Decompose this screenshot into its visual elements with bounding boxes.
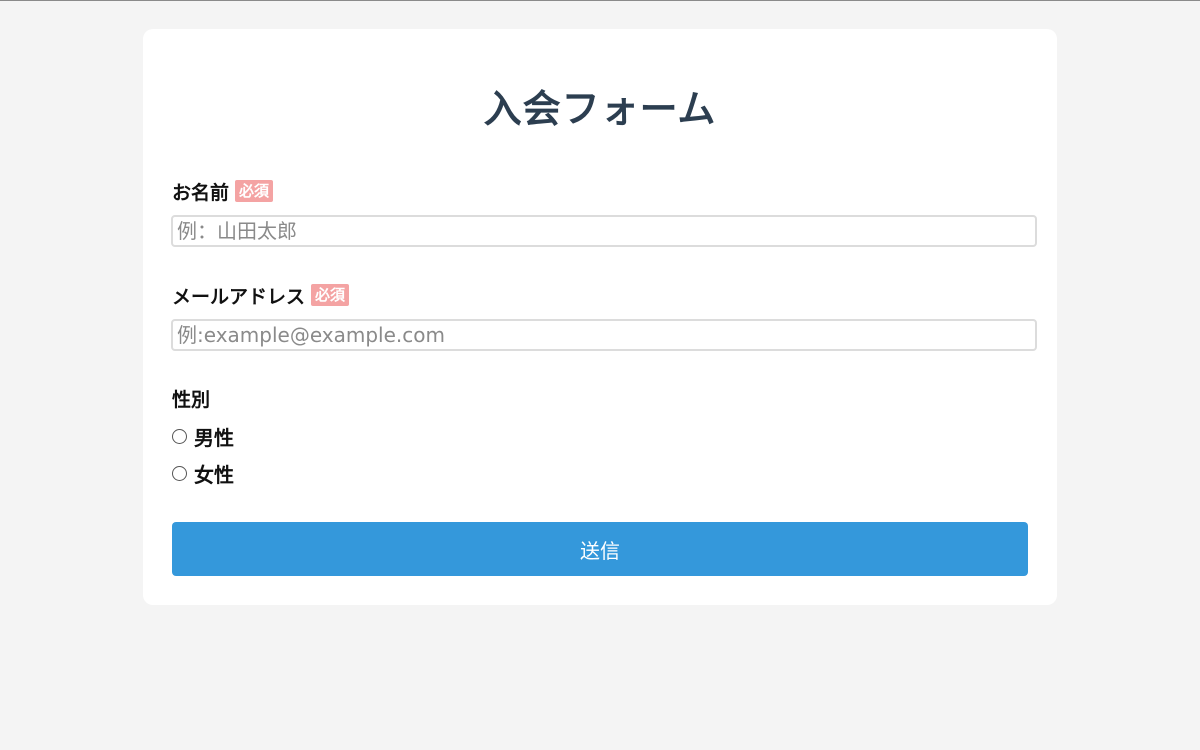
email-input[interactable]: [171, 319, 1037, 351]
radio-male[interactable]: [172, 428, 187, 444]
email-label: メールアドレス 必須: [172, 282, 350, 308]
name-input[interactable]: [171, 215, 1037, 247]
email-label-text: メールアドレス: [172, 285, 306, 308]
email-required-badge: 必須: [311, 284, 350, 306]
name-label-text: お名前: [172, 181, 230, 204]
radio-female[interactable]: [172, 465, 187, 481]
name-label: お名前 必須: [172, 178, 274, 204]
page-title: 入会フォーム: [483, 87, 717, 131]
window-top-border: [0, 0, 1200, 1]
gender-option-male-label[interactable]: 男性: [194, 422, 234, 451]
gender-option-male[interactable]: 男性: [172, 422, 234, 451]
gender-option-female[interactable]: 女性: [172, 459, 234, 488]
gender-label-text: 性別: [172, 388, 211, 411]
gender-label: 性別: [172, 385, 210, 411]
name-required-badge: 必須: [235, 180, 274, 202]
submit-button[interactable]: 送信: [172, 522, 1028, 576]
gender-option-female-label[interactable]: 女性: [194, 459, 234, 488]
